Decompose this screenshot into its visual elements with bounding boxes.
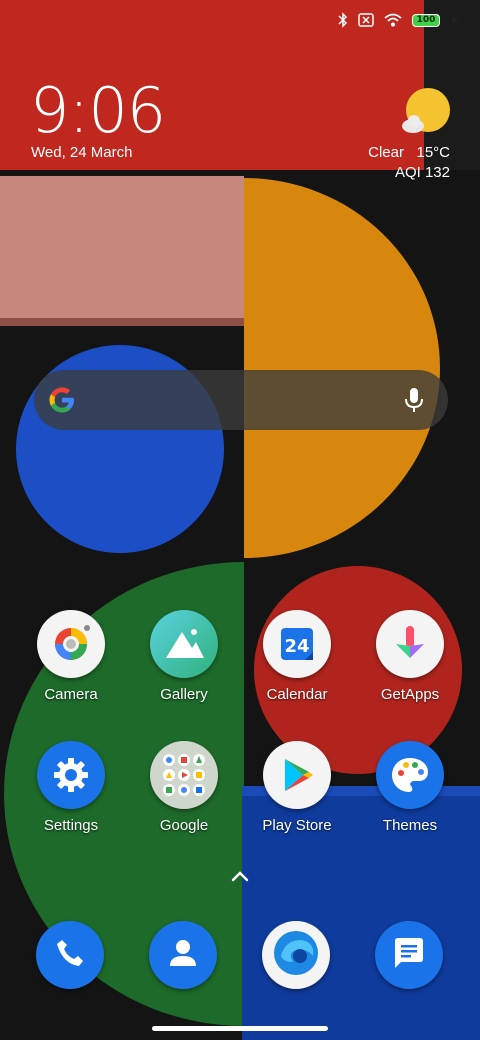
app-getapps[interactable]: GetApps [355, 610, 465, 703]
app-label: Play Store [262, 817, 332, 834]
home-gesture-bar[interactable] [152, 1026, 328, 1031]
themes-icon [376, 741, 444, 809]
gallery-icon [150, 610, 218, 678]
phone-icon [53, 936, 87, 975]
weather-aqi: AQI 132 [394, 164, 450, 181]
dock-contacts[interactable] [149, 921, 217, 989]
clock-date[interactable]: Wed, 24 March [31, 144, 132, 161]
app-label: Google [159, 817, 209, 834]
getapps-icon [376, 610, 444, 678]
contacts-icon [166, 936, 200, 975]
microphone-icon[interactable] [404, 387, 424, 413]
weather-info[interactable]: Clear 15°C AQI 132 [368, 143, 450, 183]
app-label: Calendar [266, 686, 328, 703]
clock-time[interactable]: 9:06 [30, 80, 166, 142]
app-calendar[interactable]: 24 Calendar [242, 610, 352, 703]
weather-temperature: 15°C [416, 144, 450, 161]
google-search-bar[interactable] [34, 370, 448, 430]
google-folder-icon [150, 741, 218, 809]
app-folder-google[interactable]: Google [129, 741, 239, 834]
app-label: Gallery [160, 686, 208, 703]
dock-browser[interactable] [262, 921, 330, 989]
status-bar: 100 [0, 0, 480, 44]
app-gallery[interactable]: Gallery [129, 610, 239, 703]
app-camera[interactable]: Camera [16, 610, 126, 703]
bluetooth-icon [338, 12, 348, 28]
app-label: GetApps [380, 686, 440, 703]
weather-condition: Clear [368, 144, 404, 161]
charging-icon [450, 13, 458, 27]
app-themes[interactable]: Themes [355, 741, 465, 834]
app-play-store[interactable]: Play Store [242, 741, 352, 834]
camera-icon [37, 610, 105, 678]
messages-icon [391, 935, 427, 976]
partly-sunny-icon[interactable] [400, 88, 452, 140]
app-label: Settings [43, 817, 99, 834]
settings-icon [37, 741, 105, 809]
dock-phone[interactable] [36, 921, 104, 989]
app-label: Camera [44, 686, 98, 703]
battery-icon: 100 [412, 13, 440, 27]
wifi-icon [384, 13, 402, 27]
app-settings[interactable]: Settings [16, 741, 126, 834]
app-label: Themes [382, 817, 438, 834]
dock-messages[interactable] [375, 921, 443, 989]
sim-off-icon [358, 13, 374, 27]
google-logo-icon [49, 387, 74, 413]
calendar-day: 24 [284, 636, 309, 657]
browser-icon [271, 928, 321, 983]
app-drawer-chevron-icon[interactable] [228, 868, 252, 884]
calendar-icon: 24 [263, 610, 331, 678]
play-store-icon [263, 741, 331, 809]
